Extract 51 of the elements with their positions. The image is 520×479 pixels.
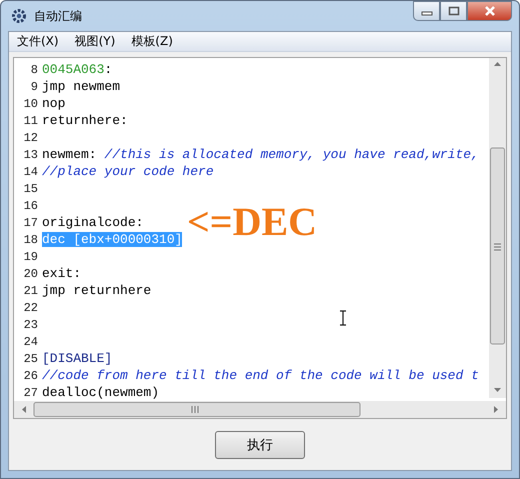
horizontal-scrollbar[interactable] bbox=[14, 401, 506, 418]
code-text: newmem: bbox=[42, 147, 98, 162]
code-text: : bbox=[104, 62, 112, 77]
code-text: dealloc(newmem) bbox=[42, 385, 160, 400]
code-comment: //code from here till the end of the code will be used t bbox=[42, 368, 479, 383]
maximize-button[interactable] bbox=[440, 1, 467, 21]
line-number: 17 bbox=[22, 216, 38, 230]
code-text: exit: bbox=[42, 266, 82, 281]
line-number: 25 bbox=[22, 352, 38, 366]
code-editor[interactable] bbox=[13, 57, 507, 419]
line-number: 18 bbox=[22, 232, 38, 246]
line-number: 9 bbox=[30, 80, 38, 94]
menu-item[interactable]: 文件(X) bbox=[11, 32, 65, 51]
close-icon bbox=[482, 5, 496, 17]
line-number: 14 bbox=[22, 164, 38, 178]
line-number: 19 bbox=[22, 250, 38, 264]
line-number: 22 bbox=[22, 300, 38, 314]
line-number: 24 bbox=[22, 334, 38, 348]
line-number: 21 bbox=[22, 284, 38, 298]
line-number: 23 bbox=[22, 318, 38, 332]
section-tag: [DISABLE] bbox=[42, 351, 112, 366]
line-number: 13 bbox=[22, 148, 38, 162]
line-number: 8 bbox=[30, 62, 38, 76]
selected-code: dec [ebx+00000310] bbox=[42, 232, 182, 247]
code-comment: //place your code here bbox=[42, 164, 214, 179]
line-number: 15 bbox=[22, 182, 38, 196]
menu-item[interactable]: 模板(Z) bbox=[125, 32, 179, 51]
menu-item[interactable]: 视图(Y) bbox=[68, 32, 122, 51]
line-number: 26 bbox=[22, 368, 38, 382]
code-comment: //this is allocated memory, you have read,write, bbox=[104, 147, 479, 162]
line-number: 10 bbox=[22, 96, 38, 110]
code-text: originalcode: bbox=[42, 215, 144, 230]
line-number: 11 bbox=[22, 114, 38, 128]
code-text: returnhere: bbox=[42, 113, 128, 128]
line-number: 16 bbox=[22, 198, 38, 212]
code-text: nop bbox=[42, 96, 66, 111]
annotation-label: <=DEC bbox=[187, 202, 318, 242]
line-number: 12 bbox=[22, 130, 38, 144]
minimize-button[interactable] bbox=[413, 1, 440, 21]
code-text: jmp newmem bbox=[42, 79, 120, 94]
line-number: 27 bbox=[22, 386, 38, 400]
text-cursor-icon bbox=[339, 310, 347, 326]
gear-icon bbox=[10, 7, 28, 25]
maximize-icon bbox=[448, 6, 460, 16]
vertical-scrollbar[interactable] bbox=[489, 58, 506, 398]
close-button[interactable] bbox=[467, 1, 512, 21]
code-text: jmp returnhere bbox=[42, 283, 152, 298]
window-title: 自动汇编 bbox=[34, 8, 82, 24]
execute-button[interactable]: 执行 bbox=[215, 430, 305, 458]
address-label: 0045A063 bbox=[42, 62, 104, 77]
line-number: 20 bbox=[22, 266, 38, 280]
